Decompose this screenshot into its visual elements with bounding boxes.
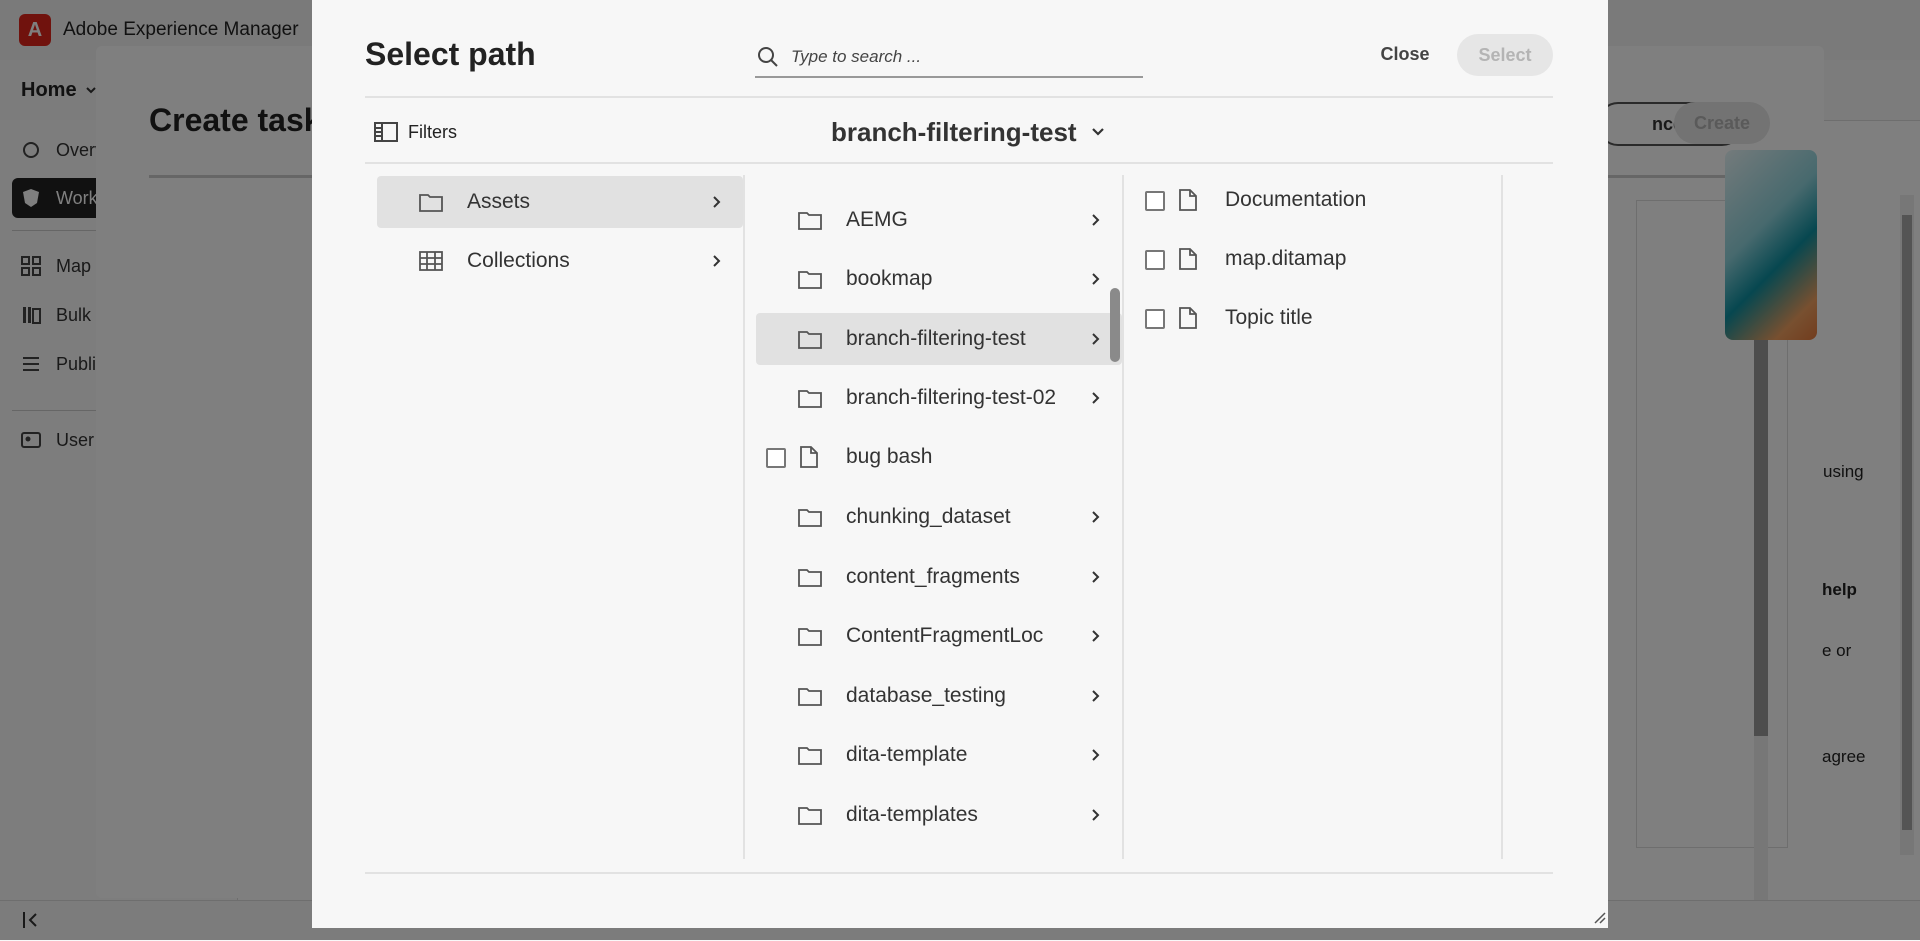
item-label: dita-templates [846, 803, 978, 826]
folder-icon [798, 210, 822, 230]
resize-handle-icon[interactable] [1594, 912, 1606, 924]
item-label: bug bash [846, 445, 933, 468]
chevron-right-icon [1091, 332, 1101, 346]
folder-icon [798, 269, 822, 289]
column-item-dita-template[interactable]: dita-template [756, 729, 1122, 781]
item-label: branch-filtering-test-02 [846, 386, 1057, 409]
path-dropdown[interactable]: branch-filtering-test [831, 114, 1105, 150]
chevron-right-icon [1091, 213, 1101, 227]
column-scrollbar-thumb[interactable] [1110, 288, 1120, 362]
item-checkbox[interactable] [1145, 250, 1165, 270]
column-item-branch-filtering-test[interactable]: branch-filtering-test [756, 313, 1122, 365]
item-label: Documentation [1225, 188, 1367, 211]
item-label: dita-template [846, 743, 968, 766]
column-item-assets[interactable]: Assets [377, 176, 743, 228]
column-separator [1501, 175, 1503, 859]
column-item-bookmap[interactable]: bookmap [756, 253, 1122, 305]
file-icon [1178, 189, 1198, 211]
chevron-right-icon [1091, 570, 1101, 584]
chevron-down-icon [1091, 128, 1104, 136]
current-path-label: branch-filtering-test [831, 116, 1077, 147]
search-input[interactable] [789, 46, 1113, 68]
header-divider [365, 96, 1553, 98]
item-label: branch-filtering-test [846, 327, 1026, 350]
item-label: content_fragments [846, 565, 1020, 588]
column-item-aemg[interactable]: AEMG [756, 194, 1122, 246]
folder-icon [798, 805, 822, 825]
item-label: map.ditamap [1225, 247, 1347, 270]
chevron-right-icon [712, 254, 722, 268]
chevron-right-icon [1091, 510, 1101, 524]
toolbar-divider [365, 162, 1553, 164]
column-separator [743, 175, 745, 859]
chevron-right-icon [1091, 808, 1101, 822]
folder-icon [798, 686, 822, 706]
folder-icon [798, 567, 822, 587]
column-separator [1122, 175, 1124, 859]
file-icon [799, 446, 819, 468]
chevron-right-icon [1091, 272, 1101, 286]
chevron-right-icon [1091, 391, 1101, 405]
file-icon [1178, 248, 1198, 270]
select-button[interactable]: Select [1457, 34, 1553, 76]
folder-icon [798, 329, 822, 349]
folder-icon [798, 626, 822, 646]
folder-icon [798, 507, 822, 527]
item-label: Topic title [1225, 306, 1313, 329]
column-item-contentfragmentloc[interactable]: ContentFragmentLoc [756, 610, 1122, 662]
item-label: Assets [467, 190, 531, 213]
column-item-dita-templates[interactable]: dita-templates [756, 789, 1122, 841]
search-icon [757, 46, 779, 68]
item-label: ContentFragmentLoc [846, 624, 1044, 647]
item-checkbox[interactable] [1145, 191, 1165, 211]
item-checkbox[interactable] [1145, 309, 1165, 329]
column-item-map-ditamap[interactable]: map.ditamap [1135, 233, 1501, 285]
item-label: chunking_dataset [846, 505, 1011, 528]
column-item-topic-title[interactable]: Topic title [1135, 292, 1501, 344]
column-item-content-fragments[interactable]: content_fragments [756, 551, 1122, 603]
file-icon [1178, 307, 1198, 329]
chevron-right-icon [1091, 629, 1101, 643]
folder-icon [798, 745, 822, 765]
item-label: Collections [467, 249, 570, 272]
column-item-documentation[interactable]: Documentation [1135, 174, 1501, 226]
column-item-chunking-dataset[interactable]: chunking_dataset [756, 491, 1122, 543]
item-label: bookmap [846, 267, 933, 290]
collection-grid-icon [419, 251, 443, 271]
chevron-right-icon [712, 195, 722, 209]
folder-icon [798, 388, 822, 408]
column-item-database-testing[interactable]: database_testing [756, 670, 1122, 722]
filters-label: Filters [408, 121, 457, 142]
dialog-title: Select path [365, 36, 536, 72]
filters-panel-icon [374, 122, 398, 142]
item-label: database_testing [846, 684, 1006, 707]
footer-divider [365, 872, 1553, 874]
chevron-right-icon [1091, 689, 1101, 703]
select-path-dialog: Select path Close Select Filters branch-… [312, 0, 1608, 928]
filters-toggle[interactable]: Filters [374, 118, 457, 146]
folder-icon [419, 192, 443, 212]
close-button[interactable]: Close [1353, 34, 1457, 74]
chevron-right-icon [1091, 748, 1101, 762]
column-item-collections[interactable]: Collections [377, 235, 743, 287]
item-checkbox[interactable] [766, 448, 786, 468]
item-label: AEMG [846, 208, 908, 231]
search-field [755, 38, 1143, 78]
column-item-branch-filtering-test-02[interactable]: branch-filtering-test-02 [756, 372, 1122, 424]
column-item-bug-bash[interactable]: bug bash [756, 431, 1122, 483]
